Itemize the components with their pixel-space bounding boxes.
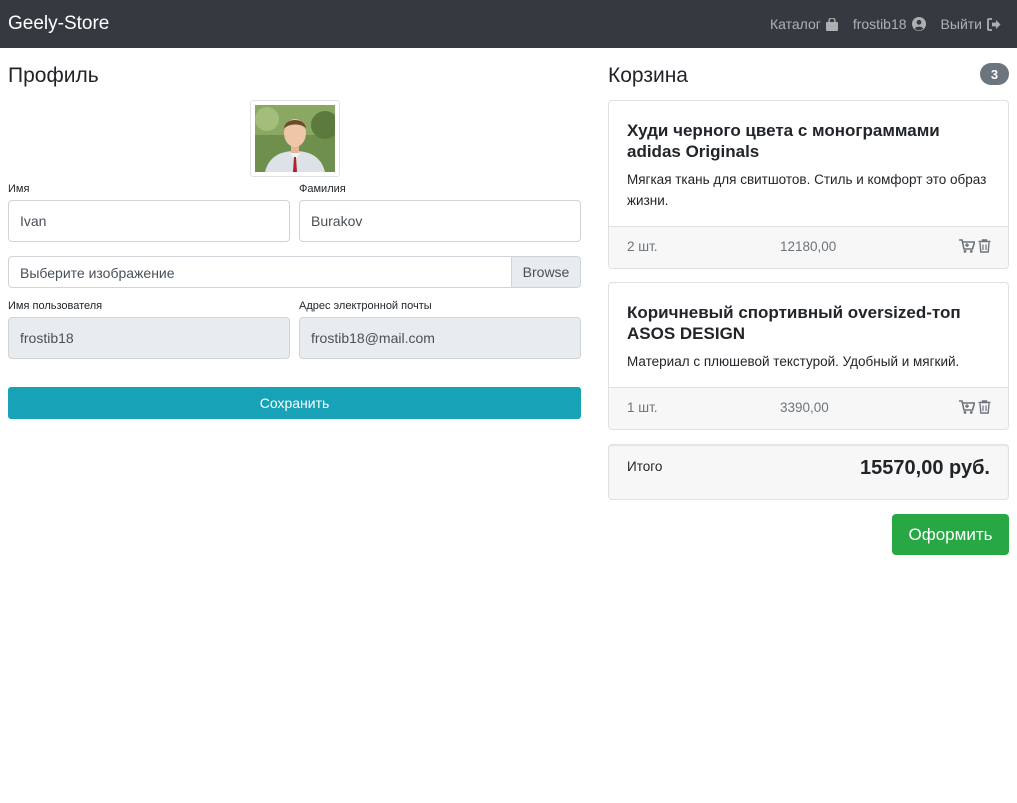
- cart-plus-icon[interactable]: [959, 400, 975, 414]
- cart-item-title: Коричневый спортивный oversized-топ ASOS…: [627, 303, 961, 343]
- nav-link-user[interactable]: frostib18: [853, 16, 926, 32]
- cart-item: Худи черного цвета с монограммами adidas…: [608, 100, 1009, 269]
- cart-item-description: Материал с плюшевой текстурой. Удобный и…: [627, 354, 960, 369]
- nav-links: Каталог frostib18 Выйти: [770, 16, 1001, 32]
- cart-item-price: 3390,00: [780, 400, 829, 415]
- cart-item-quantity: 1 шт.: [627, 400, 658, 415]
- cart-item-actions: [959, 400, 991, 414]
- checkout-button[interactable]: Оформить: [892, 514, 1009, 555]
- save-button[interactable]: Сохранить: [8, 387, 581, 419]
- nav-link-username: frostib18: [852, 16, 907, 32]
- last-name-input[interactable]: Burakov: [299, 200, 581, 242]
- user-circle-icon: [911, 17, 926, 31]
- nav-link-catalog-label: Каталог: [769, 16, 821, 32]
- brand-logo-link[interactable]: Geely-Store: [8, 13, 109, 35]
- email-input: frostib18@mail.com: [299, 317, 581, 359]
- browse-button[interactable]: Browse: [511, 257, 580, 287]
- username-label: Имя пользователя: [8, 300, 103, 312]
- nav-link-catalog[interactable]: Каталог: [770, 16, 838, 32]
- cart-heading: Корзина: [608, 64, 688, 87]
- trash-icon[interactable]: [978, 400, 991, 414]
- cart-total: Итого 15570,00 руб.: [608, 444, 1009, 500]
- username-input: frostib18: [8, 317, 290, 359]
- avatar: [250, 100, 340, 177]
- cart-item-description: Мягкая ткань для свитшотов. Стиль и комф…: [627, 172, 987, 208]
- last-name-label: Фамилия: [299, 183, 346, 195]
- file-placeholder: Выберите изображение: [20, 265, 175, 281]
- avatar-photo: [255, 105, 335, 172]
- cart-item-actions: [959, 239, 991, 253]
- shopping-bag-icon: [825, 17, 838, 31]
- cart-item-quantity: 2 шт.: [627, 239, 658, 254]
- sign-out-icon: [987, 17, 1001, 31]
- total-label: Итого: [627, 459, 663, 474]
- cart-item-price: 12180,00: [780, 239, 837, 254]
- navbar: Geely-Store Каталог frostib18 Выйти: [0, 0, 1017, 48]
- nav-link-logout-label: Выйти: [940, 16, 982, 32]
- cart-item-title: Худи черного цвета с монограммами adidas…: [627, 121, 940, 161]
- cart-count-badge: 3: [980, 63, 1009, 85]
- trash-icon[interactable]: [978, 239, 991, 253]
- cart-item: Коричневый спортивный oversized-топ ASOS…: [608, 282, 1009, 430]
- first-name-input[interactable]: Ivan: [8, 200, 290, 242]
- nav-link-logout[interactable]: Выйти: [941, 16, 1001, 32]
- cart-plus-icon[interactable]: [959, 239, 975, 253]
- image-file-input[interactable]: Выберите изображение Browse: [8, 256, 581, 288]
- first-name-label: Имя: [8, 183, 30, 195]
- profile-heading: Профиль: [8, 64, 99, 87]
- total-value: 15570,00 руб.: [860, 457, 990, 479]
- email-label: Адрес электронной почты: [299, 300, 432, 312]
- cart-item-footer: 1 шт. 3390,00: [609, 387, 1008, 429]
- cart-item-footer: 2 шт. 12180,00: [609, 226, 1008, 268]
